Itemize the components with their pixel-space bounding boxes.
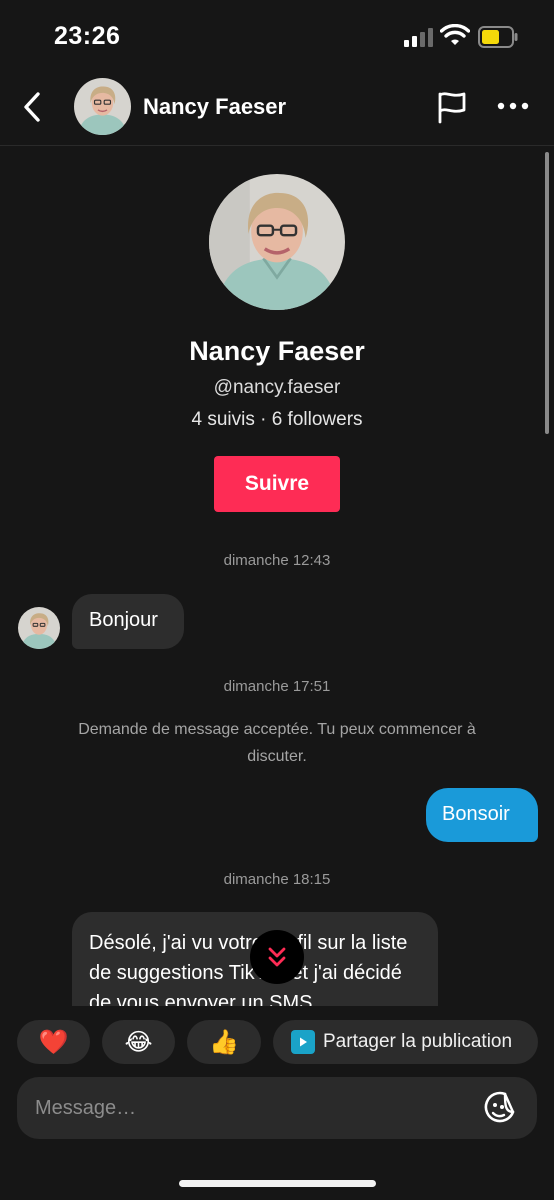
profile-name: Nancy Faeser [189, 336, 365, 366]
quick-reactions-bar: ❤️ 😂 👍 Partager la publication [0, 1006, 554, 1082]
share-label: Partager la publication [323, 1031, 513, 1052]
message-composer [17, 1077, 537, 1139]
timestamp: dimanche 18:15 [223, 871, 331, 888]
message-input[interactable] [35, 1077, 475, 1139]
status-time: 23:26 [54, 22, 121, 50]
home-indicator[interactable] [179, 1180, 376, 1187]
battery-icon [478, 26, 518, 48]
message-text: Désolé, j'ai vu votre profil sur la list… [89, 932, 408, 1014]
timestamp: dimanche 12:43 [223, 552, 331, 569]
cellular-signal-icon [404, 28, 433, 47]
header-avatar[interactable] [74, 78, 131, 135]
chat-header: Nancy Faeser [0, 70, 554, 146]
thumbs-up-reaction-button[interactable]: 👍 [187, 1020, 261, 1064]
incoming-message[interactable]: Bonjour [72, 594, 184, 649]
more-horizontal-icon[interactable] [496, 98, 530, 114]
timestamp: dimanche 17:51 [223, 678, 331, 695]
laugh-reaction-button[interactable]: 😂 [102, 1020, 175, 1064]
emoji-sticker-icon[interactable] [483, 1090, 519, 1126]
outgoing-message[interactable]: Bonsoir [426, 788, 538, 842]
profile-avatar[interactable] [209, 174, 345, 310]
heart-reaction-button[interactable]: ❤️ [17, 1020, 90, 1064]
scroll-to-bottom-button[interactable] [250, 930, 304, 984]
flag-icon[interactable] [436, 90, 468, 124]
system-message: Demande de message acceptée. Tu peux com… [78, 721, 476, 765]
profile-handle: @nancy.faeser [213, 377, 341, 398]
thumbs-up-icon: 👍 [209, 1028, 239, 1056]
profile-stats[interactable]: 4 suivis · 6 followers [0, 409, 554, 431]
wifi-icon [440, 24, 470, 45]
play-icon [291, 1030, 315, 1054]
heart-icon: ❤️ [38, 1028, 69, 1056]
header-title[interactable]: Nancy Faeser [143, 94, 286, 120]
chevron-left-icon[interactable] [18, 90, 48, 124]
laughing-face-icon: 😂 [124, 1028, 153, 1056]
sender-avatar[interactable] [18, 607, 60, 649]
status-bar: 23:26 [0, 0, 554, 70]
share-post-button[interactable]: Partager la publication [273, 1020, 538, 1064]
double-chevron-down-icon [268, 947, 286, 967]
follow-button[interactable]: Suivre [214, 456, 340, 512]
